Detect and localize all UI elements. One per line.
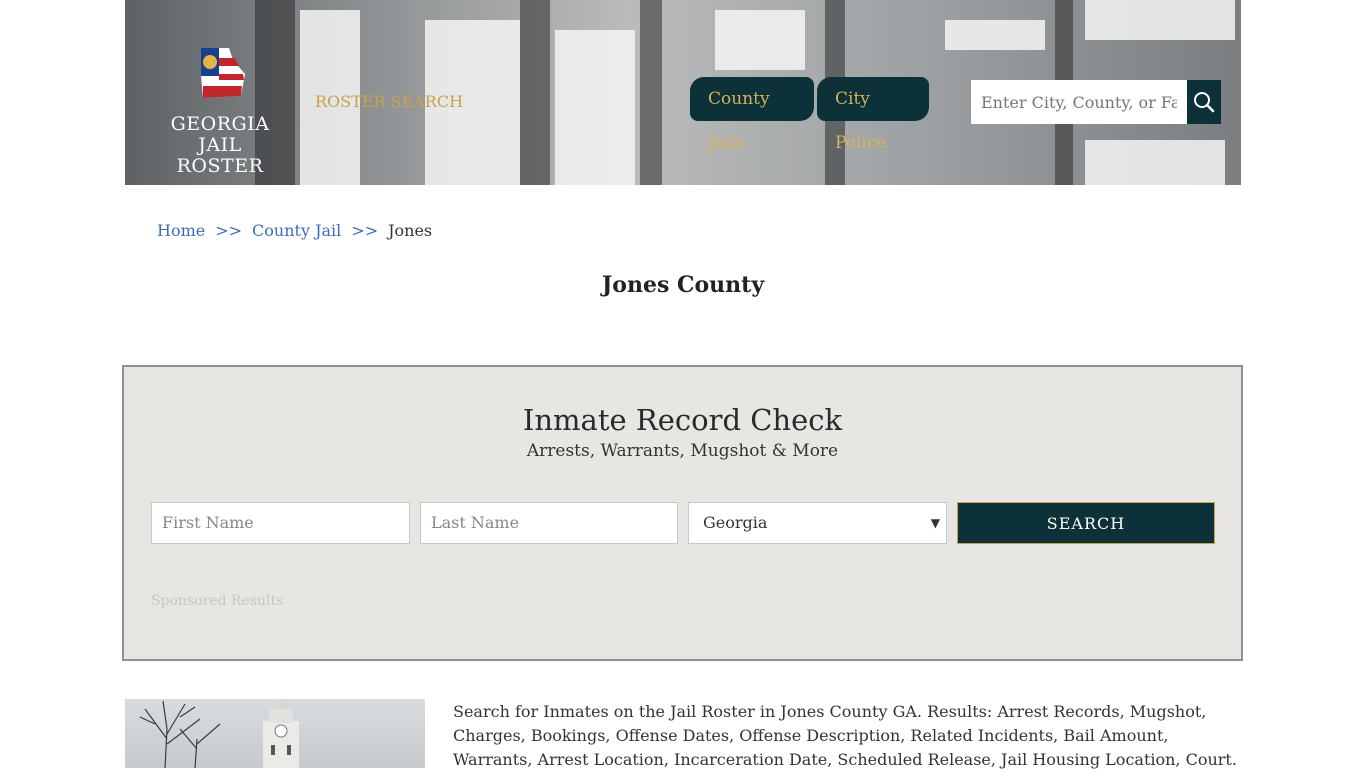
courthouse-image	[139, 699, 299, 768]
sponsored-results-label: Sponsored Results	[151, 593, 284, 609]
record-check-title: Inmate Record Check	[522, 403, 843, 437]
header-banner: GEORGIA JAIL ROSTER ROSTER SEARCH County…	[125, 0, 1241, 185]
facility-search-button[interactable]	[1187, 80, 1221, 124]
breadcrumb-separator: >>	[351, 221, 379, 240]
shelf-decoration	[1085, 0, 1235, 40]
first-name-field[interactable]: First Name	[151, 502, 410, 544]
georgia-flag-map-icon	[201, 48, 245, 98]
last-name-field[interactable]: Last Name	[420, 502, 678, 544]
record-check-panel: Inmate Record Check Arrests, Warrants, M…	[122, 365, 1243, 661]
courthouse-photo	[125, 699, 425, 768]
state-select-value: Georgia	[703, 513, 768, 532]
page-title: Jones County	[601, 272, 765, 298]
shelf-decoration	[520, 0, 550, 185]
breadcrumb-county-jail-link[interactable]: County Jail	[252, 221, 341, 240]
chevron-down-icon: ▼	[930, 516, 940, 530]
facility-search-input[interactable]	[971, 80, 1187, 124]
shelf-decoration	[945, 20, 1045, 50]
logo-line-1: GEORGIA	[170, 113, 270, 135]
site-logo[interactable]: GEORGIA JAIL ROSTER	[155, 46, 285, 177]
magnifier-icon	[1194, 92, 1215, 113]
breadcrumb-separator: >>	[215, 221, 243, 240]
logo-line-2: JAIL ROSTER	[176, 134, 264, 177]
shelf-decoration	[715, 10, 805, 70]
record-check-subtitle: Arrests, Warrants, Mugshot & More	[526, 441, 839, 461]
breadcrumb: Home >> County Jail >> Jones	[157, 221, 432, 240]
shelf-decoration	[640, 0, 662, 185]
shelf-decoration	[1085, 140, 1225, 185]
breadcrumb-home-link[interactable]: Home	[157, 221, 205, 240]
state-select[interactable]: Georgia ▼	[688, 502, 947, 544]
logo-text: GEORGIA JAIL ROSTER	[155, 114, 285, 177]
record-search-button[interactable]: SEARCH	[957, 502, 1215, 544]
tab-county-jails[interactable]: County Jails	[690, 77, 814, 153]
jail-description: Search for Inmates on the Jail Roster in…	[453, 702, 1237, 769]
tab-city-police[interactable]: City Police	[817, 77, 929, 153]
roster-search-link[interactable]: ROSTER SEARCH	[315, 92, 463, 111]
shelf-decoration	[555, 30, 635, 185]
breadcrumb-current: Jones	[388, 221, 433, 240]
